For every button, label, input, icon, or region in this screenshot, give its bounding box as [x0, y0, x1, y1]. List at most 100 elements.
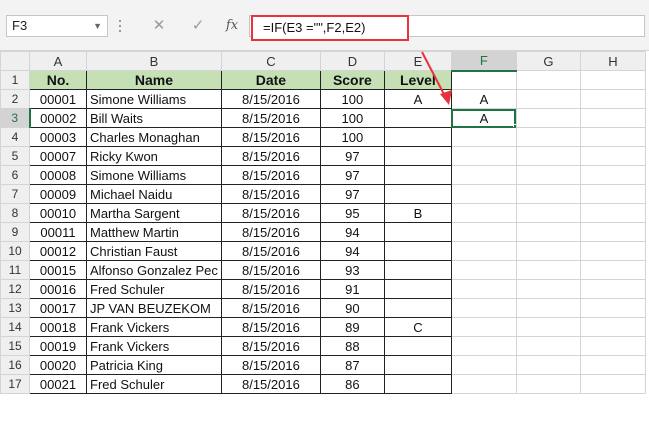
cell-level[interactable]: [383, 298, 452, 318]
cell[interactable]: [579, 70, 646, 90]
cell-f[interactable]: [450, 241, 517, 261]
cell-f[interactable]: [450, 298, 517, 318]
row-header[interactable]: 15: [0, 336, 30, 356]
cell[interactable]: [515, 184, 581, 204]
cell[interactable]: [579, 127, 646, 147]
cell[interactable]: [515, 241, 581, 261]
cell-no[interactable]: 00018: [29, 317, 87, 337]
cell-f[interactable]: [450, 127, 517, 147]
cell-score[interactable]: 100: [319, 89, 385, 109]
cell-level[interactable]: [383, 165, 452, 185]
cell-f[interactable]: A: [450, 89, 517, 109]
cell-date[interactable]: 8/15/2016: [220, 336, 321, 356]
formula-text-highlight[interactable]: =IF(E3 ="",F2,E2): [251, 15, 409, 41]
column-header[interactable]: A: [29, 51, 87, 71]
cell-score[interactable]: 90: [319, 298, 385, 318]
cell-no[interactable]: 00007: [29, 146, 87, 166]
table-header-level[interactable]: Level: [383, 70, 452, 90]
cell-score[interactable]: 100: [319, 108, 385, 128]
cell-level[interactable]: [383, 108, 452, 128]
row-header[interactable]: 12: [0, 279, 30, 299]
cell[interactable]: [515, 374, 581, 394]
cell-name[interactable]: Patricia King: [86, 355, 222, 375]
cell[interactable]: [515, 317, 581, 337]
cell[interactable]: [515, 279, 581, 299]
cell-name[interactable]: Simone Williams: [86, 89, 222, 109]
cell-name[interactable]: Frank Vickers: [86, 317, 222, 337]
cell-no[interactable]: 00008: [29, 165, 87, 185]
cell-date[interactable]: 8/15/2016: [220, 279, 321, 299]
cell[interactable]: [579, 317, 646, 337]
cell-level[interactable]: [383, 355, 452, 375]
cell-f[interactable]: [450, 336, 517, 356]
cell-level[interactable]: [383, 184, 452, 204]
cell[interactable]: [579, 298, 646, 318]
cell-name[interactable]: JP VAN BEUZEKOM: [86, 298, 222, 318]
column-header[interactable]: B: [86, 51, 222, 71]
cell-name[interactable]: Ricky Kwon: [86, 146, 222, 166]
cell-level[interactable]: [383, 374, 452, 394]
cell-level[interactable]: [383, 241, 452, 261]
cell[interactable]: [579, 146, 646, 166]
cell-name[interactable]: Frank Vickers: [86, 336, 222, 356]
cell-level[interactable]: [383, 260, 452, 280]
cell-name[interactable]: Michael Naidu: [86, 184, 222, 204]
column-header-active[interactable]: F: [450, 51, 517, 72]
cell-level[interactable]: A: [383, 89, 452, 109]
cell[interactable]: [579, 374, 646, 394]
cell-level[interactable]: C: [383, 317, 452, 337]
cell-date[interactable]: 8/15/2016: [220, 203, 321, 223]
cell[interactable]: [579, 279, 646, 299]
cell-no[interactable]: 00001: [29, 89, 87, 109]
cell-no[interactable]: 00021: [29, 374, 87, 394]
cell[interactable]: [515, 298, 581, 318]
column-header[interactable]: D: [319, 51, 385, 71]
fill-handle[interactable]: [512, 124, 516, 127]
cell-score[interactable]: 95: [319, 203, 385, 223]
cell[interactable]: [579, 165, 646, 185]
cell[interactable]: [579, 336, 646, 356]
cell-f[interactable]: [450, 374, 517, 394]
cell-date[interactable]: 8/15/2016: [220, 165, 321, 185]
cell-f[interactable]: [450, 203, 517, 223]
cell[interactable]: [515, 203, 581, 223]
cell[interactable]: [515, 108, 581, 128]
cell-no[interactable]: 00011: [29, 222, 87, 242]
column-header[interactable]: G: [515, 51, 581, 71]
table-header-date[interactable]: Date: [220, 70, 321, 90]
cell[interactable]: [579, 203, 646, 223]
cell-score[interactable]: 91: [319, 279, 385, 299]
cell-score[interactable]: 87: [319, 355, 385, 375]
cell-score[interactable]: 88: [319, 336, 385, 356]
cell-date[interactable]: 8/15/2016: [220, 241, 321, 261]
cell-f[interactable]: [450, 317, 517, 337]
cell-name[interactable]: Bill Waits: [86, 108, 222, 128]
row-header[interactable]: 1: [0, 70, 30, 90]
row-header[interactable]: 5: [0, 146, 30, 166]
cell-name[interactable]: Simone Williams: [86, 165, 222, 185]
cell-name[interactable]: Alfonso Gonzalez Pec: [86, 260, 222, 280]
cell-name[interactable]: Matthew Martin: [86, 222, 222, 242]
cell[interactable]: [515, 89, 581, 109]
cell-date[interactable]: 8/15/2016: [220, 317, 321, 337]
cell-date[interactable]: 8/15/2016: [220, 355, 321, 375]
cell[interactable]: [579, 222, 646, 242]
row-header[interactable]: 11: [0, 260, 30, 280]
cell-date[interactable]: 8/15/2016: [220, 89, 321, 109]
cell-no[interactable]: 00020: [29, 355, 87, 375]
cancel-icon[interactable]: ✕: [147, 15, 171, 37]
cell-no[interactable]: 00017: [29, 298, 87, 318]
cell[interactable]: [579, 260, 646, 280]
cell-score[interactable]: 94: [319, 241, 385, 261]
cell-score[interactable]: 100: [319, 127, 385, 147]
cell[interactable]: [515, 336, 581, 356]
select-all-corner[interactable]: [0, 51, 30, 71]
row-header[interactable]: 6: [0, 165, 30, 185]
table-header-score[interactable]: Score: [319, 70, 385, 90]
chevron-down-icon[interactable]: ▼: [93, 16, 102, 36]
row-header[interactable]: 13: [0, 298, 30, 318]
cell[interactable]: [515, 146, 581, 166]
cell-date[interactable]: 8/15/2016: [220, 146, 321, 166]
cell-no[interactable]: 00015: [29, 260, 87, 280]
cell-f[interactable]: [450, 260, 517, 280]
